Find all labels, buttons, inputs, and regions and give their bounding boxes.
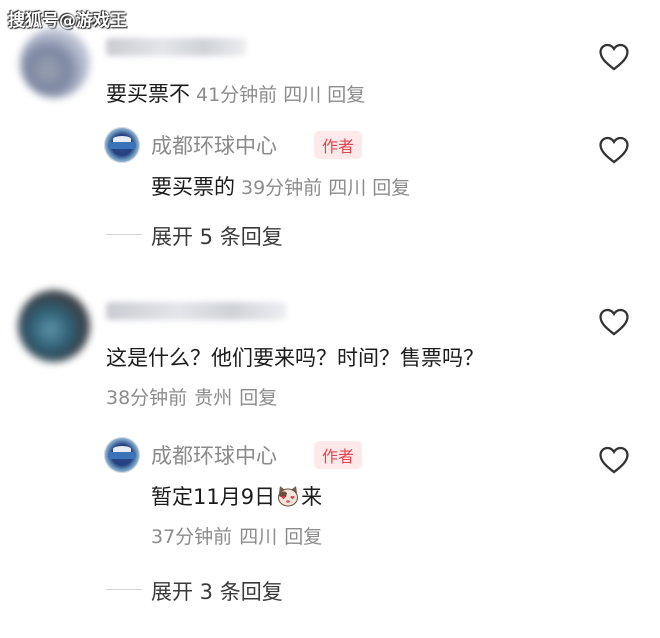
like-heart-icon[interactable]	[597, 40, 631, 74]
reply-meta: 37分钟前 四川 回复	[151, 526, 323, 548]
reply-text: 要买票的 39分钟前 四川 回复	[151, 171, 416, 201]
comment-text: 这是什么？他们要来吗？时间？售票吗？	[106, 346, 484, 370]
like-heart-icon[interactable]	[597, 305, 631, 339]
author-badge: 作者	[314, 131, 363, 159]
reply-button[interactable]: 回复	[327, 84, 365, 106]
reply-button[interactable]: 回复	[239, 387, 277, 409]
reply-meta: 39分钟前 四川 回复	[241, 177, 411, 199]
commenter-avatar[interactable]	[20, 28, 90, 98]
like-heart-icon[interactable]	[597, 133, 631, 167]
watermark: 搜狐号@游戏王	[8, 11, 127, 31]
reply-button[interactable]: 回复	[284, 526, 322, 548]
commenter-name-blurred	[106, 302, 286, 320]
author-name[interactable]: 成都环球中心	[151, 440, 277, 470]
like-heart-icon[interactable]	[597, 443, 631, 477]
expand-divider	[106, 234, 142, 235]
reply-button[interactable]: 回复	[372, 177, 410, 199]
author-avatar[interactable]	[104, 127, 140, 163]
author-name[interactable]: 成都环球中心	[151, 130, 277, 160]
commenter-avatar[interactable]	[18, 290, 90, 362]
author-avatar[interactable]	[104, 437, 140, 473]
expand-divider	[106, 589, 142, 590]
author-badge: 作者	[314, 441, 363, 469]
comment-meta: 41分钟前 四川 回复	[196, 84, 366, 106]
comment-meta: 38分钟前 贵州 回复	[106, 387, 278, 409]
commenter-name-blurred	[106, 38, 246, 56]
comment-text: 要买票不 41分钟前 四川 回复	[106, 78, 371, 108]
expand-replies-button[interactable]: 展开 3 条回复	[151, 576, 283, 606]
reply-text: 暂定11月9日 来	[151, 485, 323, 509]
cat-heart-eyes-emoji-icon	[278, 486, 299, 507]
expand-replies-button[interactable]: 展开 5 条回复	[151, 221, 283, 251]
